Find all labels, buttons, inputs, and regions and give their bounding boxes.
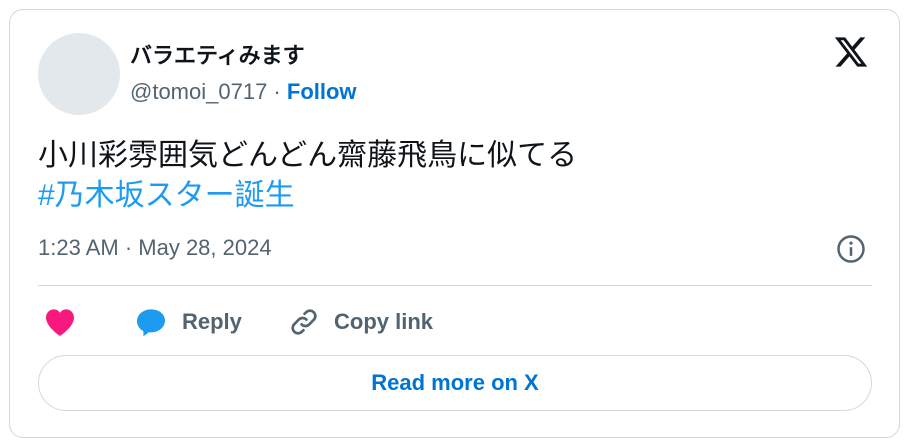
- copy-link-label: Copy link: [334, 309, 434, 334]
- avatar[interactable]: [38, 33, 120, 115]
- reply-button[interactable]: Reply: [134, 304, 242, 340]
- x-logo-icon[interactable]: [832, 34, 870, 70]
- heart-icon: [46, 309, 74, 336]
- like-button[interactable]: [44, 304, 76, 340]
- read-more-button[interactable]: Read more on X: [38, 355, 872, 411]
- author-display-name[interactable]: バラエティみます: [130, 38, 305, 70]
- follow-link[interactable]: Follow: [287, 79, 357, 104]
- tweet-timestamp[interactable]: 1:23 AM · May 28, 2024: [38, 235, 272, 261]
- info-icon[interactable]: [836, 234, 866, 264]
- author-handle[interactable]: @tomoi_0717: [130, 79, 267, 104]
- reply-label: Reply: [182, 309, 242, 334]
- link-icon: [291, 309, 317, 335]
- copy-link-button[interactable]: Copy link: [288, 304, 433, 340]
- meta-separator: ·: [267, 79, 287, 104]
- divider: [38, 285, 872, 286]
- tweet-text: 小川彩雰囲気どんどん齋藤飛鳥に似てる #乃木坂スター誕生: [38, 136, 577, 216]
- hashtag-link[interactable]: #乃木坂スター誕生: [38, 176, 577, 216]
- author-meta: @tomoi_0717 · Follow: [130, 79, 357, 105]
- reply-bubble-icon: [137, 309, 165, 337]
- tweet-body: 小川彩雰囲気どんどん齋藤飛鳥に似てる: [38, 139, 578, 172]
